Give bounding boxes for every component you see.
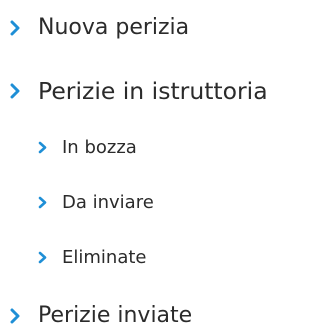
nav-subitem-label: Eliminate [62,247,147,268]
chevron-right-icon [36,196,48,210]
nav-subitem-da-inviare[interactable]: Da inviare [36,192,154,213]
nav-subitem-in-bozza[interactable]: In bozza [36,137,137,158]
nav-item-perizie-inviate[interactable]: Perizie inviate [8,303,192,328]
chevron-right-icon [36,251,48,265]
side-navigation-menu: Nuova perizia Perizie in istruttoria In … [0,0,321,330]
chevron-right-icon [8,307,22,325]
chevron-right-icon [36,141,48,155]
nav-item-label: Perizie in istruttoria [38,77,268,105]
nav-item-label: Perizie inviate [38,303,193,328]
nav-item-label: Nuova perizia [38,15,190,40]
nav-subitem-label: Da inviare [62,192,154,213]
nav-item-nuova-perizia[interactable]: Nuova perizia [8,15,189,40]
chevron-right-icon [8,19,22,37]
nav-item-perizie-in-istruttoria[interactable]: Perizie in istruttoria [8,77,268,105]
nav-subitem-eliminate[interactable]: Eliminate [36,247,146,268]
nav-subitem-label: In bozza [62,137,137,158]
chevron-right-icon [8,82,22,100]
